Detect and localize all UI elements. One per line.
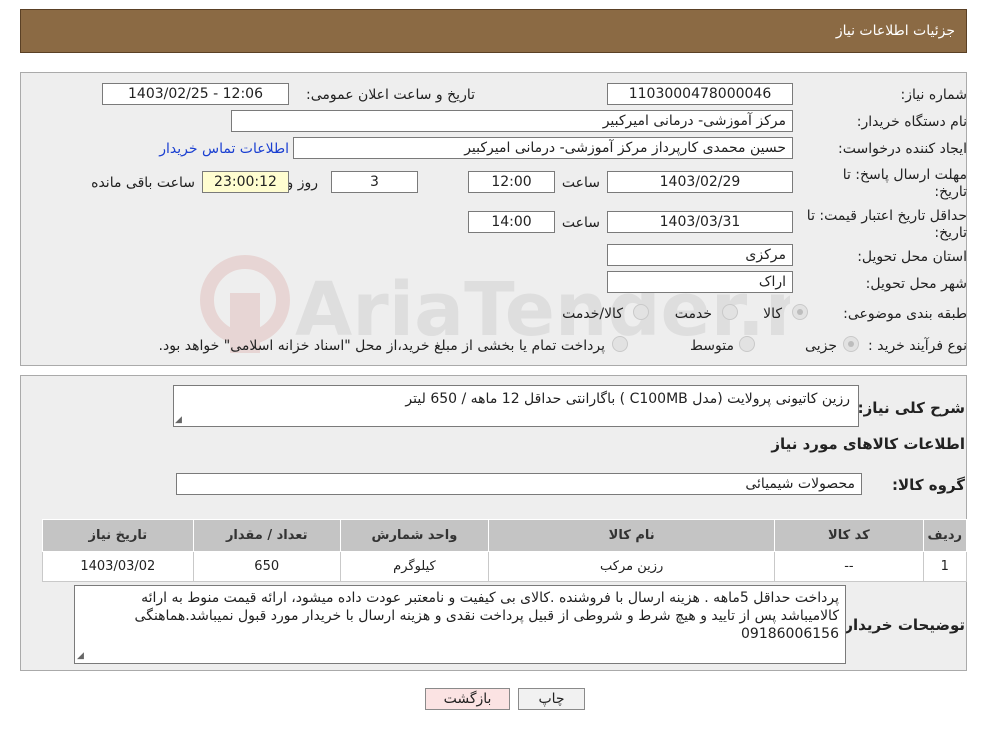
contact-buyer-link[interactable]: اطلاعات تماس خریدار bbox=[159, 142, 289, 156]
group-label: گروه کالا: bbox=[892, 476, 965, 494]
buyer-notes-line-2: کالامیباشد پس از تایید و هیچ شرط و شروطی… bbox=[134, 608, 839, 624]
creator-field: حسین محمدی کارپرداز مرکز آموزشی- درمانی … bbox=[293, 137, 793, 159]
summary-text: رزین کاتیونی پرولایت (مدل C100MB ) باگار… bbox=[405, 391, 850, 407]
cell-unit: کیلوگرم bbox=[339, 551, 490, 582]
announce-field: 1403/02/25 - 12:06 bbox=[102, 83, 289, 105]
print-button[interactable]: چاپ bbox=[518, 688, 585, 710]
category-option-service: خدمت bbox=[674, 306, 712, 322]
process-radio-minor[interactable] bbox=[843, 336, 859, 352]
cell-row-number: 1 bbox=[922, 551, 968, 582]
summary-label: شرح کلی نیاز: bbox=[857, 399, 965, 417]
validity-date-field: 1403/03/31 bbox=[607, 211, 793, 233]
creator-label: ایجاد کننده درخواست: bbox=[838, 141, 967, 157]
validity-time-label: ساعت bbox=[561, 215, 600, 231]
need-number-label: شماره نیاز: bbox=[900, 87, 968, 103]
validity-time-field: 14:00 bbox=[468, 211, 555, 233]
back-button[interactable]: بازگشت bbox=[425, 688, 510, 710]
deadline-label-2: تاریخ: bbox=[934, 184, 967, 200]
category-radio-goods[interactable] bbox=[792, 304, 808, 320]
category-option-goods: کالا bbox=[763, 306, 782, 322]
items-title: اطلاعات کالاهای مورد نیاز bbox=[771, 435, 965, 453]
col-need-date: تاریخ نیاز bbox=[42, 519, 194, 552]
buyer-org-field: مرکز آموزشی- درمانی امیرکبیر bbox=[231, 110, 793, 132]
province-field: مرکزی bbox=[607, 244, 793, 266]
remaining-time-field: 23:00:12 bbox=[202, 171, 289, 193]
cell-item-name: رزین مرکب bbox=[488, 551, 776, 582]
cell-item-code: -- bbox=[774, 551, 924, 582]
process-option-medium: متوسط bbox=[690, 338, 734, 354]
process-radio-medium[interactable] bbox=[739, 336, 755, 352]
need-number-field: 1103000478000046 bbox=[607, 83, 793, 105]
items-table: ردیف کد کالا نام کالا واحد شمارش تعداد /… bbox=[42, 519, 968, 582]
page-title: جزئیات اطلاعات نیاز bbox=[835, 23, 955, 39]
buyer-notes-label: توضیحات خریدار: bbox=[838, 616, 965, 634]
deadline-time-label: ساعت bbox=[561, 175, 600, 191]
days-label: روز و bbox=[286, 175, 319, 191]
category-radio-goods-service[interactable] bbox=[633, 304, 649, 320]
announce-label: تاریخ و ساعت اعلان عمومی: bbox=[306, 87, 475, 103]
category-label: طبقه بندی موضوعی: bbox=[843, 306, 967, 322]
process-option-minor: جزیی bbox=[805, 338, 837, 354]
remaining-label: ساعت باقی مانده bbox=[91, 175, 195, 191]
col-item-code: کد کالا bbox=[774, 519, 924, 552]
col-item-name: نام کالا bbox=[488, 519, 776, 552]
cell-need-date: 1403/03/02 bbox=[42, 551, 194, 582]
deadline-date-field: 1403/02/29 bbox=[607, 171, 793, 193]
process-label: نوع فرآیند خرید : bbox=[868, 338, 967, 354]
buyer-notes-line-3: 09186006156 bbox=[741, 626, 839, 642]
treasury-note: پرداخت تمام یا بخشی از مبلغ خرید،از محل … bbox=[158, 338, 605, 354]
buyer-org-label: نام دستگاه خریدار: bbox=[856, 114, 967, 130]
days-field: 3 bbox=[331, 171, 418, 193]
summary-textarea[interactable]: رزین کاتیونی پرولایت (مدل C100MB ) باگار… bbox=[173, 385, 859, 427]
resize-grip-icon: ◢ bbox=[175, 415, 182, 425]
deadline-label: مهلت ارسال پاسخ: تا bbox=[842, 167, 967, 183]
category-radio-service[interactable] bbox=[722, 304, 738, 320]
treasury-checkbox[interactable] bbox=[612, 336, 628, 352]
validity-label: حداقل تاریخ اعتبار قیمت: تا bbox=[806, 208, 967, 224]
cell-quantity: 650 bbox=[192, 551, 341, 582]
resize-grip-icon: ◢ bbox=[77, 651, 84, 661]
province-label: استان محل تحویل: bbox=[857, 249, 967, 265]
category-option-goods-service: کالا/خدمت bbox=[562, 306, 623, 322]
col-unit: واحد شمارش bbox=[339, 519, 490, 552]
table-row: 1 -- رزین مرکب کیلوگرم 650 1403/03/02 bbox=[42, 551, 968, 582]
city-field: اراک bbox=[607, 271, 793, 293]
table-header-row: ردیف کد کالا نام کالا واحد شمارش تعداد /… bbox=[42, 519, 968, 552]
deadline-time-field: 12:00 bbox=[468, 171, 555, 193]
col-quantity: تعداد / مقدار bbox=[192, 519, 341, 552]
city-label: شهر محل تحویل: bbox=[865, 276, 967, 292]
buyer-notes-line-1: پرداخت حداقل 5ماهه . هزینه ارسال با فروش… bbox=[141, 590, 839, 606]
col-row-number: ردیف bbox=[922, 519, 968, 552]
validity-label-2: تاریخ: bbox=[934, 225, 967, 241]
group-field: محصولات شیمیائی bbox=[176, 473, 862, 495]
page-header bbox=[20, 9, 967, 53]
buyer-notes-textarea[interactable]: پرداخت حداقل 5ماهه . هزینه ارسال با فروش… bbox=[74, 585, 846, 664]
